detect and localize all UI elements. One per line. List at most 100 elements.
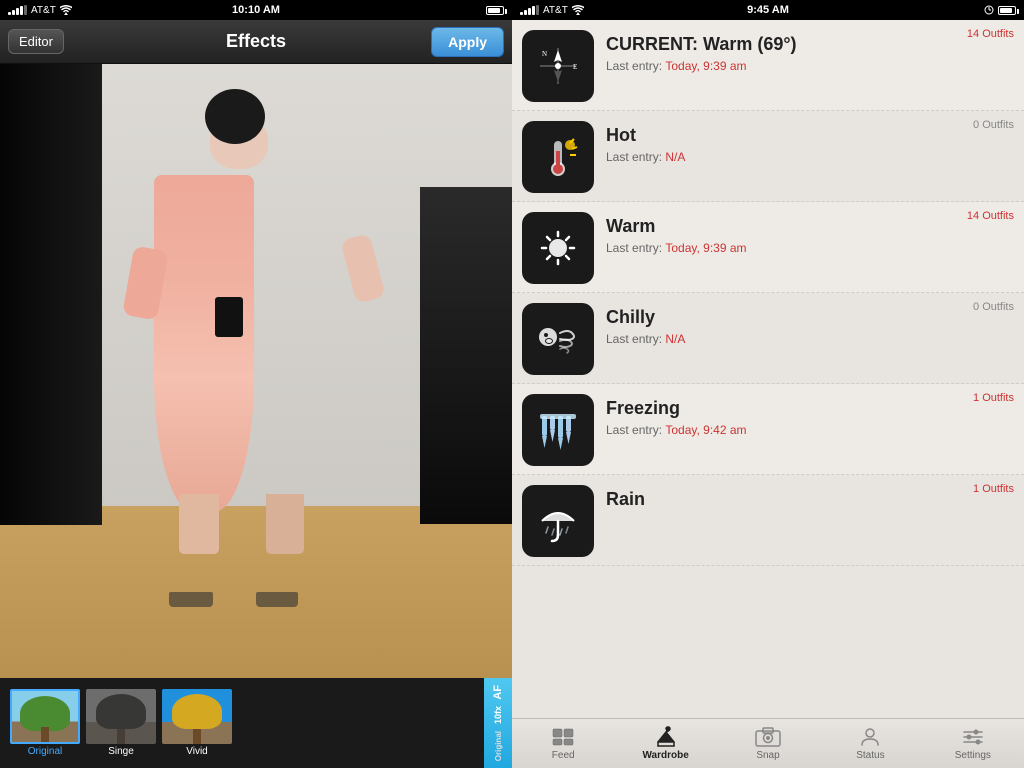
- last-entry-label-current: Last entry:: [606, 59, 662, 73]
- film-thumb-vivid[interactable]: Vivid: [162, 689, 232, 757]
- cloth-icon: N E: [532, 40, 584, 92]
- weather-info-rain: Rain: [606, 485, 1014, 514]
- tab-item-wardrobe[interactable]: Wardrobe: [614, 722, 716, 765]
- weather-item-warm[interactable]: Warm Last entry: Today, 9:39 am 14 Outfi…: [512, 202, 1024, 293]
- film-thumb-original[interactable]: Original: [10, 689, 80, 757]
- tab-bar: Feed Wardrobe: [512, 718, 1024, 768]
- last-entry-date-warm: Today, 9:39 am: [665, 241, 746, 255]
- filmstrip: Original Singe: [0, 678, 512, 768]
- weather-icon-box-freezing: [522, 394, 594, 466]
- dark-doorway: [0, 64, 102, 525]
- tree-trunk-singe: [117, 729, 125, 744]
- status-icon: [856, 726, 884, 748]
- weather-name-rain: Rain: [606, 489, 1014, 510]
- tree-foliage-original: [20, 696, 70, 731]
- weather-item-freezing[interactable]: Freezing Last entry: Today, 9:42 am 1 Ou…: [512, 384, 1024, 475]
- tab-item-status[interactable]: Status: [819, 722, 921, 765]
- staircase: [420, 187, 512, 525]
- person-body: [154, 175, 254, 513]
- film-thumbnails: Original Singe: [4, 689, 508, 757]
- weather-outfits-warm: 14 Outfits: [967, 210, 1014, 222]
- apply-button[interactable]: Apply: [431, 27, 504, 57]
- weather-item-hot[interactable]: Hot Last entry: N/A 0 Outfits: [512, 111, 1024, 202]
- weather-icon-box-chilly: [522, 303, 594, 375]
- person-hair: [205, 89, 265, 144]
- weather-info-freezing: Freezing Last entry: Today, 9:42 am: [606, 394, 1014, 437]
- af-label: AF: [492, 685, 504, 700]
- tree-foliage-vivid: [172, 694, 222, 729]
- last-entry-date-hot: N/A: [665, 150, 685, 164]
- weather-name-current: CURRENT: Warm (69°): [606, 34, 1014, 55]
- weather-name-freezing: Freezing: [606, 398, 1014, 419]
- last-entry-date-current: Today, 9:39 am: [665, 59, 746, 73]
- editor-button[interactable]: Editor: [8, 29, 64, 54]
- weather-name-warm: Warm: [606, 216, 1014, 237]
- thermometer-icon: [532, 131, 584, 183]
- weather-item-rain[interactable]: Rain 1 Outfits: [512, 475, 1024, 566]
- right-panel: AT&T 9:45 AM: [512, 0, 1024, 768]
- icicle-icon: [532, 404, 584, 456]
- signal-bars-icon: [8, 5, 27, 15]
- tree-singe-icon: [86, 689, 156, 744]
- tree-trunk-vivid: [193, 729, 201, 744]
- wind-icon: [532, 313, 584, 365]
- right-carrier-label: AT&T: [543, 5, 568, 16]
- last-entry-date-freezing: Today, 9:42 am: [665, 423, 746, 437]
- right-status-bar: AT&T 9:45 AM: [512, 0, 1024, 20]
- svg-text:E: E: [573, 63, 577, 71]
- phone-held: [215, 297, 243, 337]
- tab-label-feed: Feed: [552, 750, 575, 761]
- right-signal-bars-icon: [520, 5, 539, 15]
- weather-item-current[interactable]: N E CURRENT: Warm (69°) Last entry: Toda…: [512, 20, 1024, 111]
- tab-item-settings[interactable]: Settings: [922, 722, 1024, 765]
- weather-list: N E CURRENT: Warm (69°) Last entry: Toda…: [512, 20, 1024, 718]
- left-status-right: [486, 6, 504, 15]
- carrier-label: AT&T: [31, 5, 56, 16]
- weather-info-current: CURRENT: Warm (69°) Last entry: Today, 9…: [606, 30, 1014, 73]
- film-thumb-vivid-label: Vivid: [162, 746, 232, 757]
- weather-info-warm: Warm Last entry: Today, 9:39 am: [606, 212, 1014, 255]
- film-thumb-singe-label: Singe: [86, 746, 156, 757]
- weather-outfits-freezing: 1 Outfits: [973, 392, 1014, 404]
- weather-icon-box-hot: [522, 121, 594, 193]
- clock-icon: [984, 5, 994, 15]
- left-status-left: AT&T: [8, 5, 72, 16]
- feed-icon: [549, 726, 577, 748]
- left-time: 10:10 AM: [232, 4, 280, 16]
- left-panel: AT&T 10:10 AM Editor Effects Apply: [0, 0, 512, 768]
- last-entry-label-warm: Last entry:: [606, 241, 662, 255]
- last-entry-label-freezing: Last entry:: [606, 423, 662, 437]
- tree-foliage-singe: [96, 694, 146, 729]
- weather-outfits-chilly: 0 Outfits: [973, 301, 1014, 313]
- photo-area: [0, 64, 512, 678]
- tab-item-feed[interactable]: Feed: [512, 722, 614, 765]
- tab-label-status: Status: [856, 750, 884, 761]
- tab-label-snap: Snap: [756, 750, 779, 761]
- umbrella-icon: [532, 495, 584, 547]
- weather-last-entry-hot: Last entry: N/A: [606, 150, 1014, 164]
- weather-last-entry-chilly: Last entry: N/A: [606, 332, 1014, 346]
- last-entry-label-hot: Last entry:: [606, 150, 662, 164]
- settings-icon: [959, 726, 987, 748]
- person-right-leg: [266, 494, 304, 554]
- weather-last-entry-current: Last entry: Today, 9:39 am: [606, 59, 1014, 73]
- sun-icon: [532, 222, 584, 274]
- tab-item-snap[interactable]: Snap: [717, 722, 819, 765]
- photo-background: [0, 64, 512, 678]
- weather-info-chilly: Chilly Last entry: N/A: [606, 303, 1014, 346]
- battery-icon: [486, 6, 504, 15]
- right-status-left: AT&T: [520, 5, 584, 16]
- left-status-bar: AT&T 10:10 AM: [0, 0, 512, 20]
- right-status-right: [984, 5, 1016, 15]
- film-thumb-singe[interactable]: Singe: [86, 689, 156, 757]
- weather-outfits-rain: 1 Outfits: [973, 483, 1014, 495]
- last-entry-label-chilly: Last entry:: [606, 332, 662, 346]
- tree-original-icon: [12, 691, 78, 742]
- svg-text:N: N: [542, 50, 547, 58]
- right-wifi-icon: [572, 5, 584, 15]
- person-right-shoe: [256, 592, 298, 607]
- tab-label-wardrobe: Wardrobe: [642, 750, 688, 761]
- weather-item-chilly[interactable]: Chilly Last entry: N/A 0 Outfits: [512, 293, 1024, 384]
- weather-outfits-current: 14 Outfits: [967, 28, 1014, 40]
- weather-icon-box-current: N E: [522, 30, 594, 102]
